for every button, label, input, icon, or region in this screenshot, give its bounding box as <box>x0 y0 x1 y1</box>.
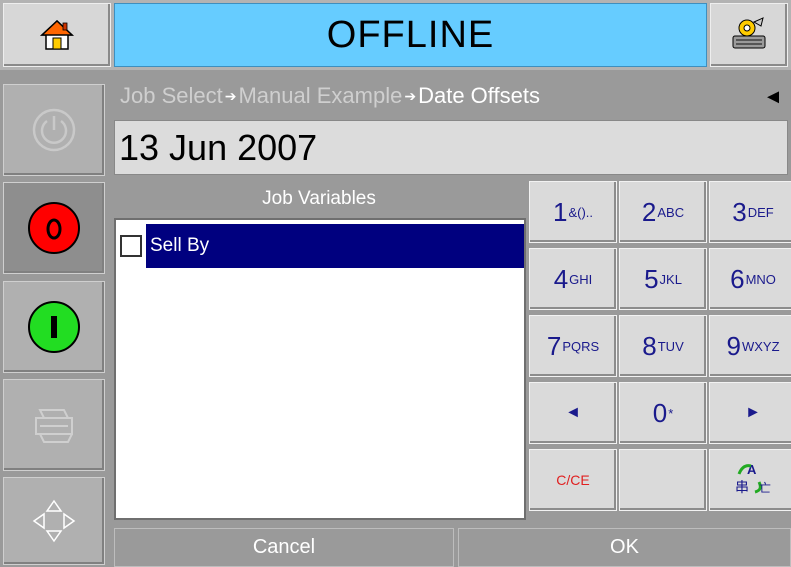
key-0-letters: * <box>668 405 674 421</box>
key-5[interactable]: 5 JKL <box>619 248 707 310</box>
key-2-letters: ABC <box>657 204 685 220</box>
breadcrumb-job-select[interactable]: Job Select <box>120 83 223 109</box>
key-5-label: 5 <box>644 263 659 294</box>
breadcrumb: Job Select ➔ Manual Example ➔ Date Offse… <box>114 76 788 116</box>
key-7-label: 7 <box>546 330 562 361</box>
key-6-letters: MNO <box>745 271 776 287</box>
tools-icon <box>732 17 766 49</box>
job-variables-title: Job Variables <box>114 180 524 218</box>
start-icon <box>28 301 80 353</box>
key-8-letters: TUV <box>657 338 684 354</box>
key-0[interactable]: 0 * <box>619 382 707 444</box>
key-4[interactable]: 4 GHI <box>529 248 617 310</box>
key-7[interactable]: 7 PQRS <box>529 315 617 377</box>
breadcrumb-manual-example[interactable]: Manual Example <box>238 83 402 109</box>
printer-status: OFFLINE <box>114 3 707 67</box>
stop-icon <box>28 202 80 254</box>
key-left[interactable]: ◄ <box>529 382 617 444</box>
key-4-letters: GHI <box>569 271 593 287</box>
key-1-letters: &().. <box>568 204 594 220</box>
key-left-label: ◄ <box>565 404 581 421</box>
breadcrumb-date-offsets: Date Offsets <box>418 83 540 108</box>
home-button[interactable] <box>3 3 111 67</box>
back-arrow-icon: ◄ <box>763 85 783 108</box>
power-icon <box>32 108 76 152</box>
key-1-label: 1 <box>552 196 568 227</box>
svg-text:串: 串 <box>735 480 749 496</box>
key-right-label: ► <box>745 404 761 421</box>
key-3-label: 3 <box>732 196 747 227</box>
key-input-mode[interactable]: A串亡 <box>709 449 791 511</box>
key-2-label: 2 <box>641 196 657 227</box>
list-item-sell-by[interactable]: Sell By <box>120 224 524 268</box>
key-blank[interactable] <box>619 449 707 511</box>
key-0-label: 0 <box>652 397 668 428</box>
key-6[interactable]: 6 MNO <box>709 248 791 310</box>
key-right[interactable]: ► <box>709 382 791 444</box>
key-9-label: 9 <box>726 330 741 361</box>
key-3[interactable]: 3 DEF <box>709 181 791 243</box>
key-1[interactable]: 1 &().. <box>529 181 617 243</box>
key-8-label: 8 <box>642 330 657 361</box>
ok-button[interactable]: OK <box>458 528 791 567</box>
home-icon <box>40 19 74 50</box>
key-2[interactable]: 2 ABC <box>619 181 707 243</box>
breadcrumb-separator: ➔ <box>404 87 417 104</box>
direction-arrows-icon <box>32 499 76 543</box>
navigation-button[interactable] <box>3 477 105 565</box>
stop-button[interactable] <box>3 182 105 274</box>
key-7-letters: PQRS <box>562 338 600 354</box>
key-8[interactable]: 8 TUV <box>619 315 707 377</box>
sell-by-label: Sell By <box>146 224 524 268</box>
key-3-letters: DEF <box>747 204 774 220</box>
key-6-label: 6 <box>730 263 745 294</box>
key-4-label: 4 <box>553 263 569 294</box>
start-button[interactable] <box>3 281 105 373</box>
key-5-letters: JKL <box>659 271 682 287</box>
job-variables-list[interactable]: Sell By <box>114 218 526 520</box>
back-arrow-button[interactable]: ◄ <box>760 80 786 114</box>
key-9-letters: WXYZ <box>741 338 780 354</box>
cancel-button[interactable]: Cancel <box>114 528 454 567</box>
key-clear[interactable]: C/CE <box>529 449 617 511</box>
power-button[interactable] <box>3 84 105 176</box>
key-clear-label: C/CE <box>556 472 590 488</box>
input-language-icon: A串亡 <box>733 460 773 501</box>
svg-text:亡: 亡 <box>759 481 771 495</box>
key-9[interactable]: 9 WXYZ <box>709 315 791 377</box>
tools-button[interactable] <box>710 3 788 67</box>
sell-by-checkbox[interactable] <box>120 235 142 257</box>
printer-button[interactable] <box>3 379 105 471</box>
date-field[interactable]: 13 Jun 2007 <box>114 120 788 175</box>
breadcrumb-separator: ➔ <box>224 87 237 104</box>
printer-icon <box>35 409 73 443</box>
